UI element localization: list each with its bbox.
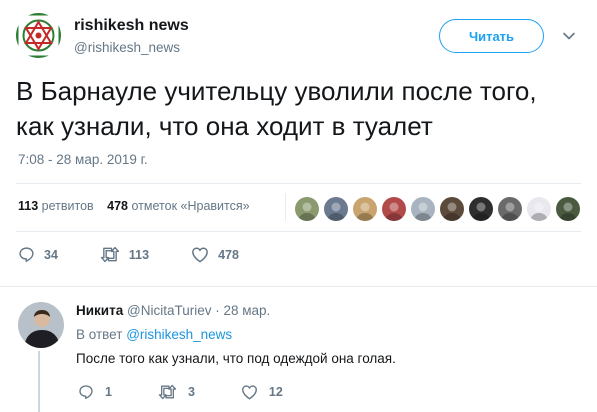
retweet-icon	[158, 384, 177, 400]
engagement-stats: 113 ретвитов 478 отметок «Нравится»	[18, 199, 250, 213]
likes-count: 478	[107, 199, 129, 213]
liker-avatar[interactable]	[440, 197, 464, 221]
timestamp[interactable]: 7:08 - 28 мар. 2019 г.	[18, 152, 148, 167]
liker-avatar[interactable]	[295, 197, 319, 221]
reply-to-link[interactable]: @rishikesh_news	[126, 327, 232, 342]
mandala-logo-icon	[16, 13, 61, 58]
retweets-count: 113	[18, 199, 39, 213]
author-handle[interactable]: @rishikesh_news	[74, 40, 180, 55]
reply-like-button[interactable]: 12	[241, 384, 283, 400]
avatar[interactable]	[16, 13, 61, 58]
reply-date[interactable]: · 28 мар.	[215, 303, 270, 318]
retweets-stat[interactable]: 113 ретвитов	[18, 199, 94, 213]
reply-author-name[interactable]: Никита	[76, 303, 123, 318]
retweet-icon	[100, 246, 120, 263]
likes-label: отметок «Нравится»	[131, 199, 250, 213]
likes-stat[interactable]: 478 отметок «Нравится»	[107, 199, 249, 213]
reply-avatar[interactable]	[18, 302, 64, 348]
tweet-actions: 34 113 478	[18, 246, 281, 263]
retweet-count: 113	[128, 247, 150, 262]
reply-icon	[19, 247, 34, 262]
heart-icon	[192, 247, 208, 263]
reply-reply-button[interactable]: 1	[78, 384, 112, 400]
liker-avatar[interactable]	[382, 197, 406, 221]
follow-button[interactable]: Читать	[439, 19, 544, 53]
divider	[16, 183, 581, 184]
reply-actions: 1 3 12	[78, 384, 329, 400]
reply-text: После того как узнали, что под одеждой о…	[76, 351, 396, 366]
person-photo-icon	[18, 302, 64, 348]
tweet-text-line: как узнали, что она ходит в туалет	[16, 111, 433, 141]
stats-separator	[285, 193, 286, 221]
reply-tweet: Никита @NicitaTuriev · 28 мар. В ответ @…	[0, 287, 597, 412]
divider	[16, 231, 581, 232]
author-name[interactable]: rishikesh news	[74, 17, 189, 35]
liker-avatar[interactable]	[353, 197, 377, 221]
liker-avatars	[295, 197, 585, 221]
reply-retweet-button[interactable]: 3	[158, 384, 195, 400]
reply-count: 34	[44, 247, 58, 262]
liker-avatar[interactable]	[527, 197, 551, 221]
liker-avatar[interactable]	[411, 197, 435, 221]
thread-line	[38, 351, 40, 412]
reply-context: В ответ @rishikesh_news	[76, 327, 232, 342]
tweet: rishikesh news @rishikesh_news Читать В …	[0, 0, 597, 286]
liker-avatar[interactable]	[498, 197, 522, 221]
reply-header: Никита @NicitaTuriev · 28 мар.	[76, 303, 270, 318]
reply-button[interactable]: 34	[18, 246, 58, 263]
liker-avatar[interactable]	[324, 197, 348, 221]
reply-like-count: 12	[268, 385, 283, 399]
tweet-text: В Барнауле учительцу уволили после того,…	[16, 74, 586, 144]
reply-icon	[79, 385, 93, 399]
reply-author-handle[interactable]: @NicitaTuriev	[127, 303, 211, 318]
liker-avatar[interactable]	[556, 197, 580, 221]
liker-avatar[interactable]	[469, 197, 493, 221]
like-button[interactable]: 478	[191, 246, 239, 263]
retweet-button[interactable]: 113	[100, 246, 149, 263]
reply-retweet-count: 3	[187, 385, 195, 399]
tweet-text-line: В Барнауле учительцу уволили после того,	[16, 76, 537, 106]
like-count: 478	[218, 247, 239, 262]
retweets-label: ретвитов	[41, 199, 94, 213]
reply-to-prefix: В ответ	[76, 327, 123, 342]
reply-reply-count: 1	[105, 385, 112, 399]
chevron-down-icon[interactable]	[561, 28, 577, 44]
heart-icon	[241, 385, 257, 400]
